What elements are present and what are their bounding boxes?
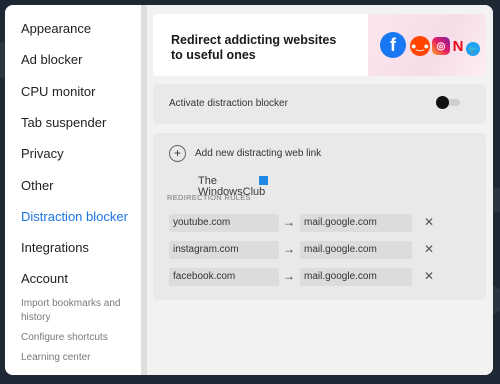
rule-to-field[interactable]: mail.google.com xyxy=(300,241,412,259)
sidebar-item-account[interactable]: Account xyxy=(21,271,68,286)
sidebar-item-other[interactable]: Other xyxy=(21,178,54,193)
remove-rule-icon[interactable]: ✕ xyxy=(424,267,434,285)
rule-from-field[interactable]: youtube.com xyxy=(169,214,279,232)
toggle-knob xyxy=(436,96,449,109)
sidebar-item-distraction-blocker[interactable]: Distraction blocker xyxy=(21,209,128,224)
rule-to-field[interactable]: mail.google.com xyxy=(300,214,412,232)
watermark: The WindowsClub xyxy=(198,176,265,198)
arrow-right-icon: → xyxy=(283,269,295,283)
sidebar-item-integrations[interactable]: Integrations xyxy=(21,240,89,255)
sidebar-item-appearance[interactable]: Appearance xyxy=(21,21,91,36)
watermark-logo xyxy=(259,176,268,185)
remove-rule-icon[interactable]: ✕ xyxy=(424,240,434,258)
activate-toggle[interactable] xyxy=(436,96,462,109)
learning-center-link[interactable]: Learning center xyxy=(21,351,91,365)
reddit-icon: ●‿● xyxy=(410,36,430,56)
plus-icon: + xyxy=(169,145,186,162)
activate-card: Activate distraction blocker xyxy=(153,84,486,124)
remove-rule-icon[interactable]: ✕ xyxy=(424,213,434,231)
activate-label: Activate distraction blocker xyxy=(169,98,288,109)
rules-card: + Add new distracting web link REDIRECTI… xyxy=(153,133,486,300)
banner-title: Redirect addicting websites to useful on… xyxy=(171,33,337,62)
arrow-right-icon: → xyxy=(283,215,295,229)
sidebar-item-cpu-monitor[interactable]: CPU monitor xyxy=(21,84,95,99)
promo-banner: Redirect addicting websites to useful on… xyxy=(153,14,486,76)
sidebar: Appearance Ad blocker CPU monitor Tab su… xyxy=(5,5,141,375)
twitter-icon: 🐦 xyxy=(466,42,480,56)
configure-shortcuts-link[interactable]: Configure shortcuts xyxy=(21,331,108,345)
instagram-icon: ◎ xyxy=(432,37,450,55)
import-bookmarks-link[interactable]: Import bookmarks and history xyxy=(21,297,121,325)
sidebar-item-privacy[interactable]: Privacy xyxy=(21,146,64,161)
settings-window: Appearance Ad blocker CPU monitor Tab su… xyxy=(5,5,493,375)
sidebar-item-ad-blocker[interactable]: Ad blocker xyxy=(21,52,82,67)
sidebar-item-tab-suspender[interactable]: Tab suspender xyxy=(21,115,106,130)
rule-from-field[interactable]: facebook.com xyxy=(169,268,279,286)
add-link-label: Add new distracting web link xyxy=(195,148,322,159)
watermark-line2: WindowsClub xyxy=(198,186,266,198)
netflix-icon: N xyxy=(452,37,464,55)
rule-to-field[interactable]: mail.google.com xyxy=(300,268,412,286)
add-link-button[interactable]: + Add new distracting web link xyxy=(169,145,321,162)
facebook-icon: f xyxy=(380,32,406,58)
banner-art: f ●‿● ◎ N 🐦 xyxy=(368,14,486,76)
rule-from-field[interactable]: instagram.com xyxy=(169,241,279,259)
arrow-right-icon: → xyxy=(283,242,295,256)
